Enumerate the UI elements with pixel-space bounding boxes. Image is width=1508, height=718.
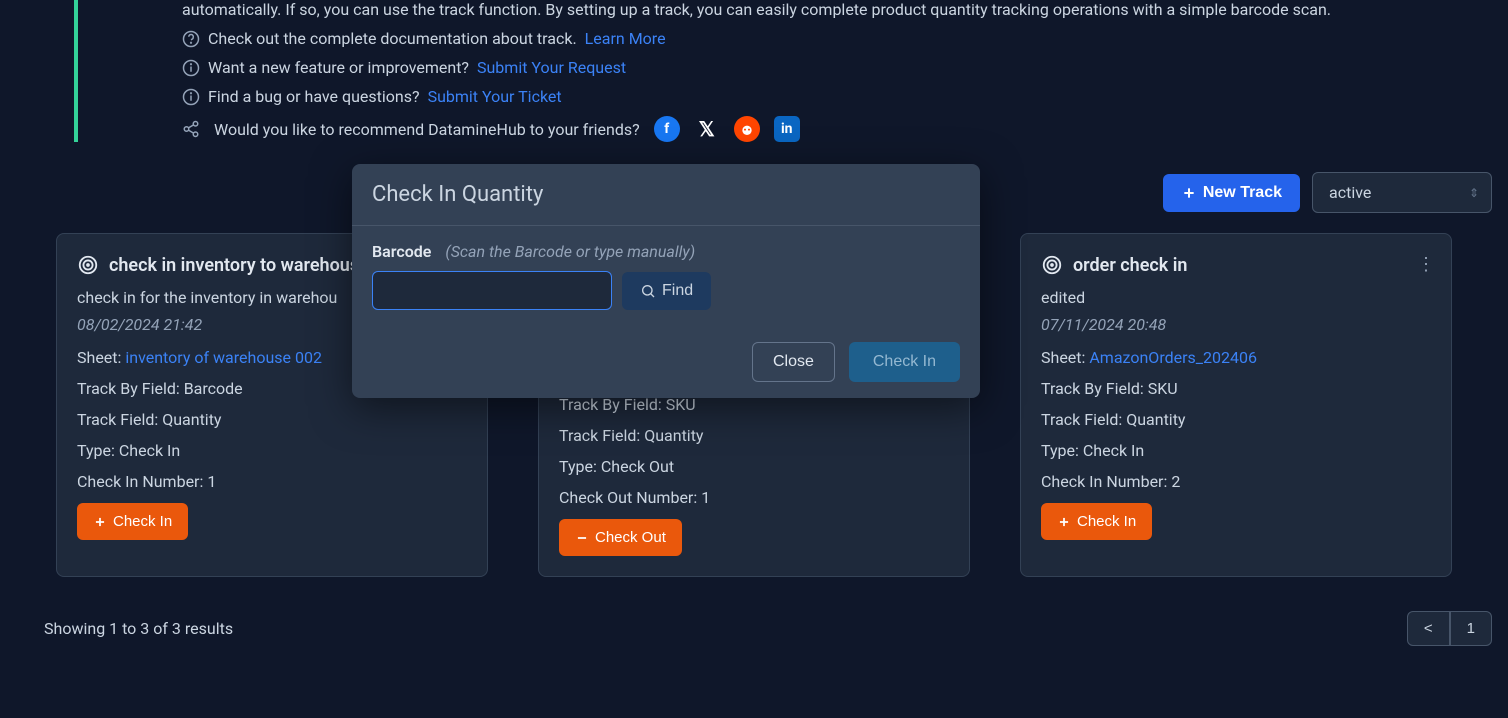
check-in-label: Check In — [113, 513, 172, 530]
track-card: ⋮ order check in edited 07/11/2024 20:48… — [1020, 233, 1452, 577]
docs-line: Check out the complete documentation abo… — [182, 29, 1508, 48]
intro-text: automatically. If so, you can use the tr… — [182, 0, 1508, 19]
target-icon — [1041, 254, 1063, 276]
card-track-by: Track By Field: SKU — [1041, 379, 1431, 398]
barcode-hint: (Scan the Barcode or type manually) — [445, 242, 695, 261]
info-circle-icon — [182, 88, 200, 106]
check-out-label: Check Out — [595, 529, 666, 546]
sheet-link[interactable]: AmazonOrders_202406 — [1089, 348, 1257, 367]
target-icon — [77, 254, 99, 276]
pagination-prev-button[interactable]: < — [1407, 611, 1450, 646]
find-label: Find — [662, 282, 693, 300]
card-sheet: Sheet: AmazonOrders_202406 — [1041, 348, 1431, 367]
status-filter-select[interactable]: active — [1312, 172, 1492, 213]
modal-title: Check In Quantity — [352, 164, 980, 226]
card-number: Check In Number: 1 — [77, 472, 467, 491]
check-out-button[interactable]: Check Out — [559, 519, 682, 556]
card-title: order check in — [1073, 255, 1187, 276]
search-icon — [640, 283, 656, 299]
share-icon — [182, 120, 200, 138]
plus-icon — [93, 515, 107, 529]
card-track-field: Track Field: Quantity — [77, 410, 467, 429]
card-title: check in inventory to warehouse — [109, 255, 369, 276]
plus-icon — [1057, 515, 1071, 529]
card-type: Type: Check In — [1041, 441, 1431, 460]
facebook-icon[interactable]: f — [654, 116, 680, 142]
info-circle-icon — [182, 59, 200, 77]
barcode-input[interactable] — [372, 271, 612, 310]
card-date: 07/11/2024 20:48 — [1041, 315, 1431, 334]
check-in-modal: Check In Quantity Barcode (Scan the Barc… — [352, 164, 980, 398]
learn-more-link[interactable]: Learn More — [585, 29, 666, 48]
linkedin-icon[interactable]: in — [774, 116, 800, 142]
check-in-button[interactable]: Check In — [77, 503, 188, 540]
barcode-label: Barcode — [372, 242, 431, 261]
feature-line: Want a new feature or improvement? Submi… — [182, 58, 1508, 77]
status-filter-value: active — [1329, 183, 1371, 202]
submit-request-link[interactable]: Submit Your Request — [477, 58, 626, 77]
sheet-link[interactable]: inventory of warehouse 002 — [125, 348, 322, 367]
card-track-field: Track Field: Quantity — [1041, 410, 1431, 429]
x-twitter-icon[interactable]: 𝕏 — [694, 116, 720, 142]
new-track-button[interactable]: New Track — [1163, 174, 1300, 212]
pagination: < 1 — [1407, 611, 1492, 646]
card-number: Check Out Number: 1 — [559, 488, 949, 507]
check-in-button[interactable]: Check In — [1041, 503, 1152, 540]
feature-text: Want a new feature or improvement? — [208, 58, 469, 77]
bug-line: Find a bug or have questions? Submit You… — [182, 87, 1508, 106]
new-track-label: New Track — [1203, 184, 1282, 202]
pagination-page-1-button[interactable]: 1 — [1450, 611, 1492, 646]
card-number: Check In Number: 2 — [1041, 472, 1431, 491]
share-line: Would you like to recommend DatamineHub … — [182, 116, 1508, 142]
modal-check-in-button[interactable]: Check In — [849, 342, 960, 382]
close-button[interactable]: Close — [752, 342, 835, 382]
card-menu-icon[interactable]: ⋮ — [1417, 254, 1435, 275]
minus-icon — [575, 531, 589, 545]
check-in-label: Check In — [1077, 513, 1136, 530]
find-button[interactable]: Find — [622, 272, 711, 310]
docs-text: Check out the complete documentation abo… — [208, 29, 577, 48]
card-type: Type: Check In — [77, 441, 467, 460]
reddit-icon[interactable] — [734, 116, 760, 142]
submit-ticket-link[interactable]: Submit Your Ticket — [428, 87, 562, 106]
plus-icon — [1181, 185, 1197, 201]
share-text: Would you like to recommend DatamineHub … — [214, 120, 640, 139]
card-type: Type: Check Out — [559, 457, 949, 476]
card-description: edited — [1041, 288, 1431, 307]
bug-text: Find a bug or have questions? — [208, 87, 420, 106]
results-count: Showing 1 to 3 of 3 results — [44, 619, 233, 638]
card-track-field: Track Field: Quantity — [559, 426, 949, 445]
help-circle-icon — [182, 30, 200, 48]
